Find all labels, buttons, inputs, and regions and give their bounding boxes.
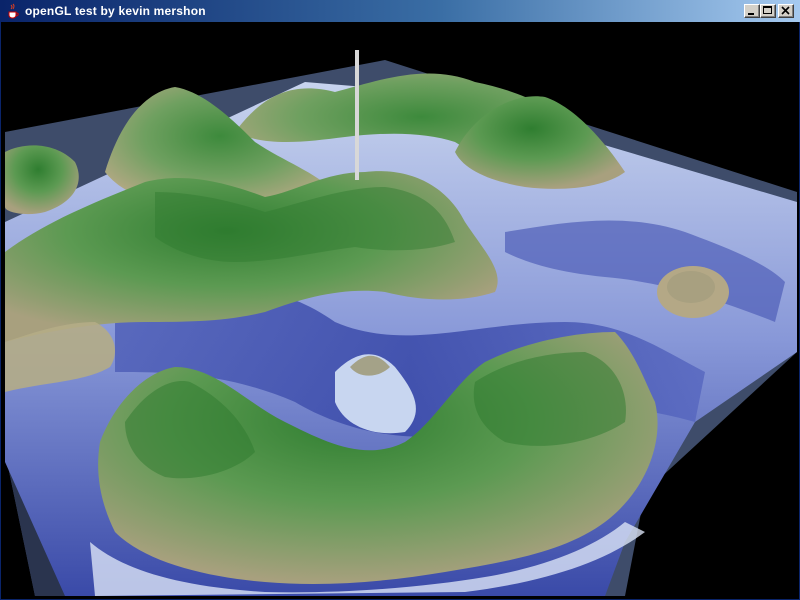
- terrain-render: [5, 50, 797, 596]
- maximize-icon: [763, 6, 772, 14]
- close-button[interactable]: [778, 4, 794, 18]
- minimize-button[interactable]: [744, 4, 760, 18]
- island-right-top: [667, 271, 715, 303]
- title-bar[interactable]: openGL test by kevin mershon: [1, 0, 800, 22]
- window-title: openGL test by kevin mershon: [25, 4, 206, 18]
- minimize-icon: [748, 13, 754, 15]
- java-cup-icon[interactable]: [5, 3, 21, 19]
- marker-pole: [355, 50, 359, 180]
- opengl-viewport[interactable]: [5, 22, 797, 596]
- maximize-button[interactable]: [760, 4, 776, 18]
- close-icon: [781, 6, 790, 15]
- app-window: openGL test by kevin mershon: [0, 0, 800, 600]
